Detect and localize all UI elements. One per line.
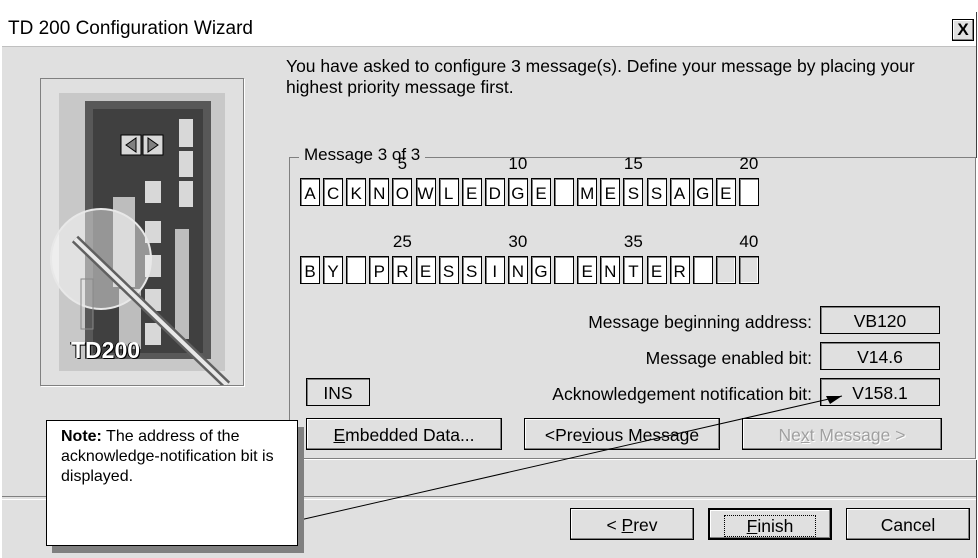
note-callout: Note: The address of the acknowledge-not… bbox=[46, 420, 298, 546]
note-bold: Note: bbox=[61, 428, 102, 445]
